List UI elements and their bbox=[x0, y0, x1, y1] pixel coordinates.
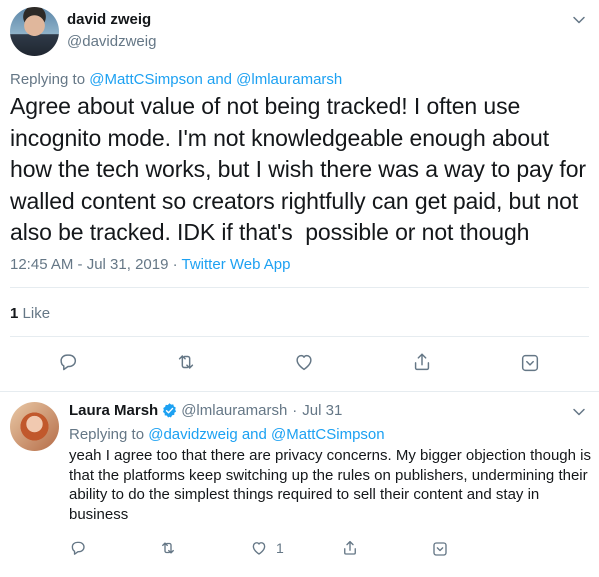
chevron-down-icon[interactable] bbox=[572, 13, 586, 27]
author-name[interactable]: Laura Marsh bbox=[69, 402, 158, 419]
author-handle[interactable]: @davidzweig bbox=[67, 33, 156, 50]
replying-to: Replying to @davidzweig and @MattCSimpso… bbox=[69, 426, 385, 443]
avatar[interactable] bbox=[10, 7, 59, 56]
reply-icon[interactable] bbox=[57, 351, 79, 373]
reply-tweet[interactable]: Laura Marsh @lmlauramarsh · Jul 31 Reply… bbox=[0, 392, 599, 577]
share-icon[interactable] bbox=[411, 351, 433, 373]
replying-label: Replying to bbox=[10, 71, 86, 88]
replying-label: Replying to bbox=[69, 426, 145, 443]
replying-mentions[interactable]: @davidzweig and @MattCSimpson bbox=[148, 426, 384, 443]
like-count: 1 bbox=[10, 305, 19, 322]
replying-to: Replying to @MattCSimpson and @lmlaurama… bbox=[10, 71, 342, 88]
bookmark-icon[interactable] bbox=[519, 352, 541, 374]
like-label: Like bbox=[22, 305, 51, 322]
retweet-icon[interactable] bbox=[175, 351, 197, 373]
meta-separator: · bbox=[172, 256, 178, 273]
divider bbox=[10, 287, 589, 288]
chevron-down-icon[interactable] bbox=[572, 405, 586, 419]
like-button[interactable]: 1 bbox=[250, 538, 284, 558]
reply-icon bbox=[71, 541, 85, 555]
verified-badge-icon bbox=[161, 402, 178, 419]
replying-mentions[interactable]: @MattCSimpson and @lmlauramarsh bbox=[89, 71, 342, 88]
bookmark-button[interactable] bbox=[431, 539, 449, 559]
like-icon[interactable] bbox=[293, 351, 315, 373]
bookmark-icon bbox=[433, 542, 447, 556]
source-link[interactable]: Twitter Web App bbox=[182, 256, 291, 273]
like-count: 1 bbox=[276, 540, 284, 556]
share-button[interactable] bbox=[341, 538, 359, 558]
tweet-text: Agree about value of not being tracked! … bbox=[10, 93, 593, 245]
divider bbox=[10, 336, 589, 337]
retweet-icon bbox=[162, 542, 174, 554]
author-handle[interactable]: @lmlauramarsh bbox=[181, 402, 287, 419]
reply-button[interactable] bbox=[69, 538, 87, 558]
tweet-text: yeah I agree too that there are privacy … bbox=[69, 447, 591, 523]
reply-header: Laura Marsh @lmlauramarsh · Jul 31 bbox=[69, 402, 342, 419]
tweet-meta: 12:45 AM - Jul 31, 2019 · Twitter Web Ap… bbox=[10, 256, 290, 273]
like-stats[interactable]: 1 Like bbox=[10, 305, 50, 322]
author-name[interactable]: david zweig bbox=[67, 11, 151, 28]
timestamp[interactable]: Jul 31 bbox=[302, 402, 342, 419]
share-icon bbox=[344, 540, 356, 555]
timestamp[interactable]: 12:45 AM - Jul 31, 2019 bbox=[10, 256, 168, 273]
retweet-button[interactable] bbox=[159, 538, 177, 558]
main-tweet: david zweig @davidzweig Replying to @Mat… bbox=[0, 0, 599, 392]
avatar[interactable] bbox=[10, 402, 59, 451]
meta-separator: · bbox=[292, 402, 298, 419]
like-icon bbox=[252, 542, 266, 555]
